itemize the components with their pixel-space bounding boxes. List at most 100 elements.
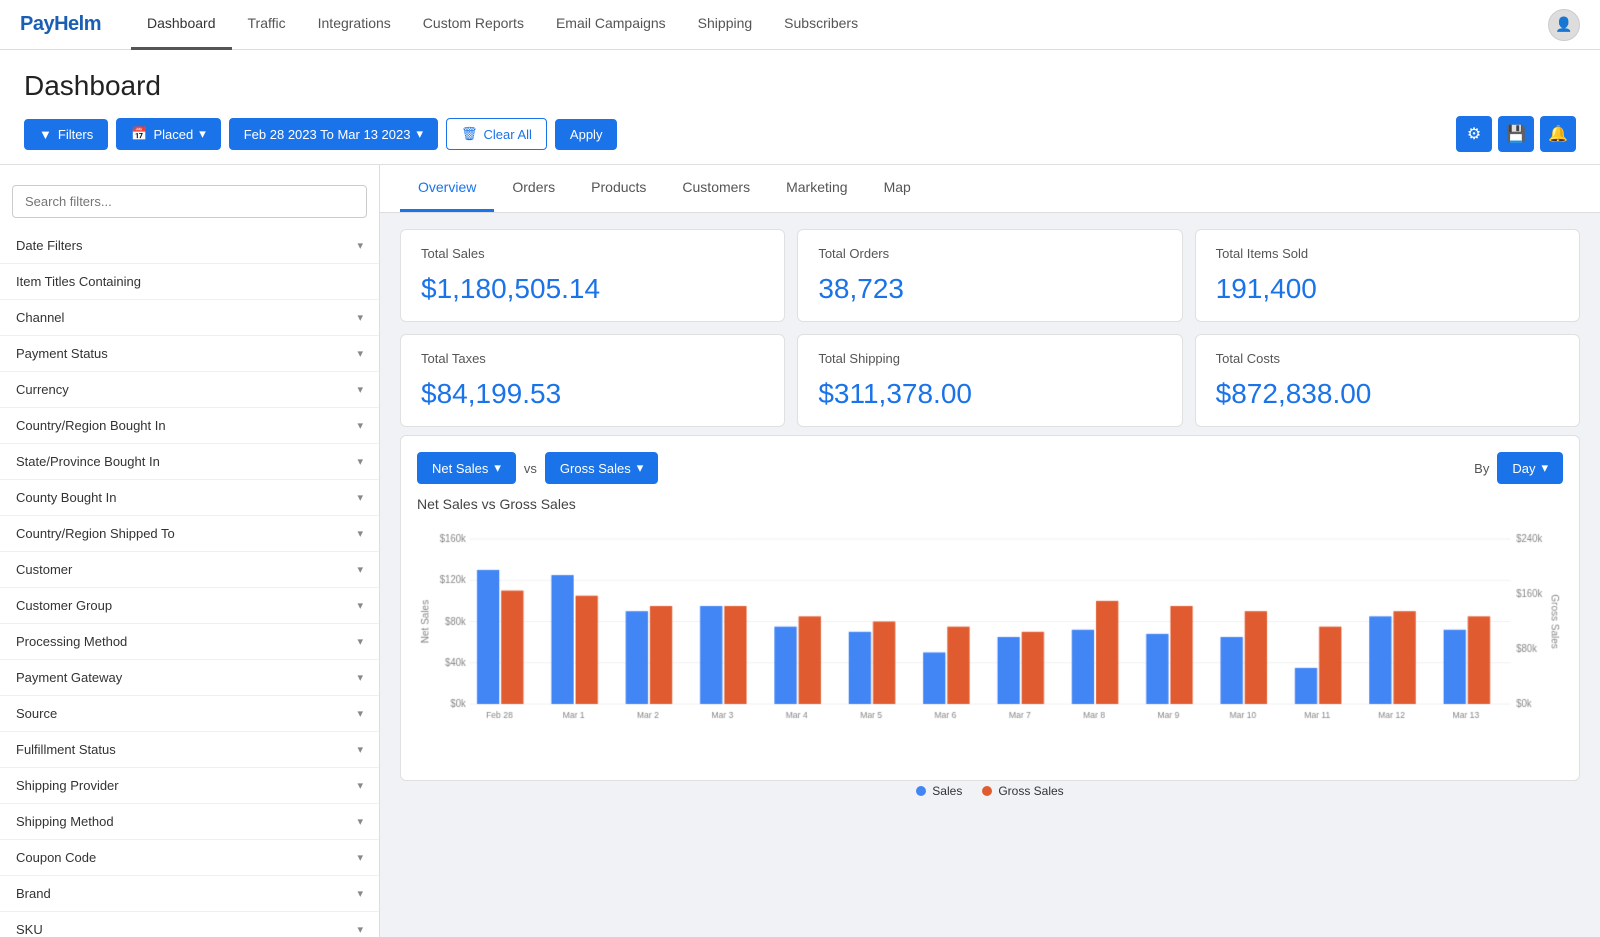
metric-card: Total Items Sold 191,400	[1195, 229, 1580, 322]
chart-wrapper: Sales Gross Sales	[417, 524, 1563, 764]
page-header: Dashboard ▼ Filters 📅 Placed ▾ Feb 28 20…	[0, 50, 1600, 165]
nav-email-campaigns[interactable]: Email Campaigns	[540, 0, 682, 50]
placed-label: Placed	[153, 127, 193, 142]
chart-bars	[417, 524, 1563, 774]
filter-item[interactable]: Date Filters▾	[0, 228, 379, 264]
settings-icon-button[interactable]: ⚙	[1456, 116, 1492, 152]
filter-item[interactable]: Payment Status▾	[0, 336, 379, 372]
filter-item[interactable]: Source▾	[0, 696, 379, 732]
vs-text: vs	[524, 461, 537, 476]
apply-button[interactable]: Apply	[555, 119, 618, 150]
filter-item[interactable]: SKU▾	[0, 912, 379, 937]
nav-integrations[interactable]: Integrations	[302, 0, 407, 50]
page-title: Dashboard	[24, 70, 1576, 102]
toolbar-right: ⚙ 💾 🔔	[1456, 116, 1576, 152]
tab-products[interactable]: Products	[573, 165, 664, 212]
tabs-bar: Overview Orders Products Customers Marke…	[380, 165, 1600, 213]
top-nav: PayHelm Dashboard Traffic Integrations C…	[0, 0, 1600, 50]
chart-title: Net Sales vs Gross Sales	[417, 496, 1563, 512]
calendar-icon: 📅	[131, 126, 147, 142]
by-label: By	[1474, 461, 1489, 476]
main-layout: Date Filters▾Item Titles ContainingChann…	[0, 165, 1600, 937]
search-box	[0, 175, 379, 228]
metric-label: Total Orders	[818, 246, 1161, 261]
notification-icon-button[interactable]: 🔔	[1540, 116, 1576, 152]
metric-value: $872,838.00	[1216, 378, 1559, 410]
filter-item[interactable]: Customer▾	[0, 552, 379, 588]
apply-label: Apply	[570, 127, 603, 142]
chart-controls-right: By Day ▾	[1474, 452, 1563, 484]
content-area: Overview Orders Products Customers Marke…	[380, 165, 1600, 937]
filter-item[interactable]: Channel▾	[0, 300, 379, 336]
app-logo: PayHelm	[20, 13, 101, 36]
sidebar: Date Filters▾Item Titles ContainingChann…	[0, 165, 380, 937]
chevron-down-icon-2: ▾	[416, 126, 423, 142]
filter-item[interactable]: Processing Method▾	[0, 624, 379, 660]
filters-button[interactable]: ▼ Filters	[24, 119, 108, 150]
filters-label: Filters	[58, 127, 93, 142]
metric-label: Total Shipping	[818, 351, 1161, 366]
metric-value: $311,378.00	[818, 378, 1161, 410]
date-range-button[interactable]: Feb 28 2023 To Mar 13 2023 ▾	[229, 118, 438, 150]
chevron-down-icon-4: ▾	[637, 460, 644, 476]
tab-customers[interactable]: Customers	[664, 165, 768, 212]
filter-item[interactable]: Coupon Code▾	[0, 840, 379, 876]
nav-shipping[interactable]: Shipping	[682, 0, 769, 50]
legend-sales-dot	[916, 786, 926, 796]
metric-card: Total Shipping $311,378.00	[797, 334, 1182, 427]
clear-all-label: Clear All	[484, 127, 532, 142]
save-icon-button[interactable]: 💾	[1498, 116, 1534, 152]
tab-orders[interactable]: Orders	[494, 165, 573, 212]
chart-legend: Sales Gross Sales	[417, 784, 1563, 798]
chart-controls: Net Sales ▾ vs Gross Sales ▾ By Day ▾	[417, 452, 1563, 484]
search-input[interactable]	[12, 185, 367, 218]
filter-item[interactable]: State/Province Bought In▾	[0, 444, 379, 480]
filter-item[interactable]: Customer Group▾	[0, 588, 379, 624]
metric-label: Total Sales	[421, 246, 764, 261]
metric-card: Total Costs$872,838.00	[1195, 334, 1580, 427]
net-sales-button[interactable]: Net Sales ▾	[417, 452, 516, 484]
date-range-text: Feb 28 2023 To Mar 13 2023	[244, 127, 411, 142]
nav-right: 👤	[1548, 9, 1580, 41]
nav-dashboard[interactable]: Dashboard	[131, 0, 232, 50]
filter-item[interactable]: Shipping Provider▾	[0, 768, 379, 804]
filter-item[interactable]: Currency▾	[0, 372, 379, 408]
metric-value: $1,180,505.14	[421, 273, 764, 305]
filter-item[interactable]: County Bought In▾	[0, 480, 379, 516]
metric-value: $84,199.53	[421, 378, 764, 410]
filter-item[interactable]: Item Titles Containing	[0, 264, 379, 300]
toolbar: ▼ Filters 📅 Placed ▾ Feb 28 2023 To Mar …	[24, 116, 1576, 152]
tab-marketing[interactable]: Marketing	[768, 165, 865, 212]
filter-item[interactable]: Country/Region Shipped To▾	[0, 516, 379, 552]
chart-canvas	[417, 524, 1563, 744]
nav-traffic[interactable]: Traffic	[232, 0, 302, 50]
filter-icon: ▼	[39, 127, 52, 142]
legend-gross-sales: Gross Sales	[982, 784, 1063, 798]
clear-all-button[interactable]: 🗑 Clear All	[446, 118, 547, 150]
placed-button[interactable]: 📅 Placed ▾	[116, 118, 220, 150]
gross-sales-label: Gross Sales	[560, 461, 631, 476]
tab-map[interactable]: Map	[866, 165, 929, 212]
metric-label: Total Items Sold	[1216, 246, 1559, 261]
chevron-down-icon-5: ▾	[1541, 460, 1548, 476]
metric-card: Total Taxes$84,199.53	[400, 334, 785, 427]
filter-item[interactable]: Brand▾	[0, 876, 379, 912]
user-avatar[interactable]: 👤	[1548, 9, 1580, 41]
gross-sales-button[interactable]: Gross Sales ▾	[545, 452, 658, 484]
filter-item[interactable]: Country/Region Bought In▾	[0, 408, 379, 444]
metric-card: Total Sales $1,180,505.14	[400, 229, 785, 322]
filter-item[interactable]: Payment Gateway▾	[0, 660, 379, 696]
legend-gross-label: Gross Sales	[998, 784, 1063, 798]
nav-subscribers[interactable]: Subscribers	[768, 0, 874, 50]
filter-item[interactable]: Shipping Method▾	[0, 804, 379, 840]
nav-custom-reports[interactable]: Custom Reports	[407, 0, 540, 50]
filter-item[interactable]: Fulfillment Status▾	[0, 732, 379, 768]
filter-list: Date Filters▾Item Titles ContainingChann…	[0, 228, 379, 937]
metric-value: 191,400	[1216, 273, 1559, 305]
user-icon: 👤	[1555, 16, 1572, 33]
tab-overview[interactable]: Overview	[400, 165, 494, 212]
net-sales-label: Net Sales	[432, 461, 488, 476]
chevron-down-icon: ▾	[199, 126, 206, 142]
day-button[interactable]: Day ▾	[1497, 452, 1563, 484]
legend-sales-label: Sales	[932, 784, 962, 798]
